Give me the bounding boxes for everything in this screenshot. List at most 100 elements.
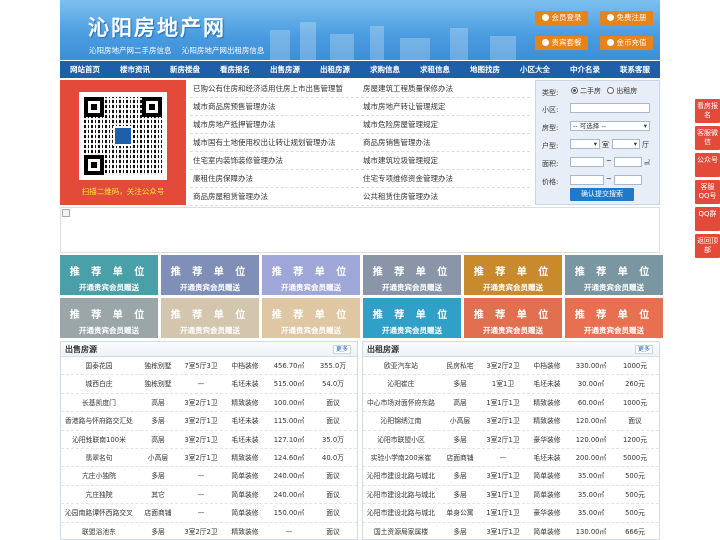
listing-location[interactable]: 亢庄小独院 xyxy=(61,467,137,484)
nav-home[interactable]: 网站首页 xyxy=(60,61,110,78)
nav-news[interactable]: 楼市资讯 xyxy=(110,61,160,78)
policy-link[interactable]: 商品房销售管理办法 xyxy=(360,134,530,151)
vip-package-button[interactable]: 贵宾套餐 xyxy=(535,36,588,50)
listing-location[interactable]: 中心市场对面怀府东路 xyxy=(363,394,439,411)
policy-link[interactable]: 房屋建筑工程质量保修办法 xyxy=(360,80,530,97)
recommend-unit-tile[interactable]: 推 荐 单 位开通贵宾会员赠送 xyxy=(161,298,259,338)
listing-location[interactable]: 亢庄独院 xyxy=(61,486,137,503)
radio-rent[interactable] xyxy=(607,87,615,94)
register-button[interactable]: 免费注册 xyxy=(600,11,653,25)
listing-row[interactable]: 沁阳锦绣江南 小高层 3室2厅1卫 精致装修 120.00㎡ 面议 xyxy=(363,412,659,431)
nav-contact[interactable]: 联系客服 xyxy=(610,61,660,78)
sublink-sale[interactable]: 沁阳房地产网二手房信息 xyxy=(89,46,172,55)
site-logo[interactable]: 沁阳房地产网 xyxy=(88,12,226,42)
listing-location[interactable]: 沁阳甡联南100米 xyxy=(61,431,137,448)
house-type-select[interactable]: -- 可选择 -- ▾ xyxy=(570,121,650,131)
listing-row[interactable]: 沁阳市建设北路与城北 单身公寓 1室1厅1卫 豪华装修 35.00㎡ 500元 xyxy=(363,504,659,523)
login-button[interactable]: 会员登录 xyxy=(535,11,588,25)
listing-row[interactable]: 国土资源局家属楼 多层 3室1厅1卫 简单装修 130.00㎡ 666元 xyxy=(363,523,659,540)
recommend-unit-tile[interactable]: 推 荐 单 位开通贵宾会员赠送 xyxy=(565,298,663,338)
listing-row[interactable]: 实验小学南200米崔 店面商铺 — 毛坯未装 200.00㎡ 5000元 xyxy=(363,449,659,468)
listing-row[interactable]: 翡翠名句 小高层 3室2厅1卫 精致装修 124.60㎡ 40.0万 xyxy=(61,449,357,468)
listing-row[interactable]: 沁阳甡联南100米 高层 3室2厅1卫 毛坯未装 127.10㎡ 35.0万 xyxy=(61,431,357,449)
listing-location[interactable]: 香港路与怀府路交汇处 xyxy=(61,412,137,429)
listing-row[interactable]: 欧亚汽车站 民房私宅 3室2厅2卫 中档装修 330.00㎡ 1000元 xyxy=(363,357,659,376)
side-qq-group[interactable]: QQ群 xyxy=(695,207,720,231)
listing-location[interactable]: 沁阳市联盟小区 xyxy=(363,431,439,448)
listing-row[interactable]: 国泰花园 独栋别墅 7室5厅3卫 中档装修 456.70㎡ 355.0万 xyxy=(61,357,357,376)
listing-row[interactable]: 香港路与怀府路交汇处 多层 3室2厅1卫 毛坯未装 115.00㎡ 面议 xyxy=(61,412,357,431)
recommend-unit-tile[interactable]: 推 荐 单 位开通贵宾会员赠送 xyxy=(464,298,562,338)
policy-link[interactable]: 已购公有住房和经济适用住房上市出售管理暂 xyxy=(190,80,360,97)
listing-location[interactable]: 沁阳市建设北路与城北 xyxy=(363,504,439,521)
listing-row[interactable]: 长基凯度门 高层 3室2厅1卫 精致装修 100.00㎡ 面议 xyxy=(61,394,357,413)
recommend-unit-tile[interactable]: 推 荐 单 位开通贵宾会员赠送 xyxy=(60,255,158,295)
policy-link[interactable]: 城市房地产转让管理规定 xyxy=(360,98,530,115)
coin-recharge-button[interactable]: 金币充值 xyxy=(600,36,653,50)
nav-agents[interactable]: 中介名录 xyxy=(560,61,610,78)
listing-location[interactable]: 国泰花园 xyxy=(61,357,137,374)
listing-location[interactable]: 国土资源局家属楼 xyxy=(363,523,439,540)
listing-row[interactable]: 亢庄独院 其它 — 简单装修 240.00㎡ 面议 xyxy=(61,486,357,505)
policy-link[interactable]: 城市危险房屋管理规定 xyxy=(360,116,530,133)
listing-row[interactable]: 沁阳市建设北路与城北 多层 3室1厅1卫 简单装修 35.00㎡ 500元 xyxy=(363,467,659,486)
listing-row[interactable]: 联盟浴池东 多层 3室2厅2卫 精致装修 — 面议 xyxy=(61,523,357,540)
policy-link[interactable]: 廉租住房保障办法 xyxy=(190,170,360,187)
policy-link[interactable]: 公共租赁住房管理办法 xyxy=(360,188,530,205)
recommend-unit-tile[interactable]: 推 荐 单 位开通贵宾会员赠送 xyxy=(262,255,360,295)
listing-row[interactable]: 沁园南路谭怀西路交叉 店面商铺 — 简单装修 150.00㎡ 面议 xyxy=(61,504,357,523)
listing-location[interactable]: 实验小学南200米崔 xyxy=(363,449,439,466)
sublink-rent[interactable]: 沁阳房地产网出租房信息 xyxy=(182,46,265,55)
nav-for-rent[interactable]: 出租房源 xyxy=(310,61,360,78)
listing-row[interactable]: 沁阳市联盟小区 多层 3室2厅1卫 豪华装修 120.00㎡ 1200元 xyxy=(363,431,659,449)
area-max-input[interactable] xyxy=(614,157,642,167)
side-service-qq[interactable]: 客服QQ号 xyxy=(695,180,720,204)
recommend-unit-tile[interactable]: 推 荐 单 位开通贵宾会员赠送 xyxy=(262,298,360,338)
side-official-account[interactable]: 公众号 xyxy=(695,153,720,177)
policy-link[interactable]: 城市房地产抵押管理办法 xyxy=(190,116,360,133)
area-min-input[interactable] xyxy=(570,157,604,167)
listing-location[interactable]: 沁阳锦绣江南 xyxy=(363,412,439,429)
listing-row[interactable]: 亢庄小独院 多层 — 简单装修 240.00㎡ 面议 xyxy=(61,467,357,486)
listing-location[interactable]: 沁园南路谭怀西路交叉 xyxy=(61,504,137,521)
price-max-input[interactable] xyxy=(614,175,642,185)
listing-row[interactable]: 沁阳崔庄 多层 1室1卫 毛坯未装 30.00㎡ 260元 xyxy=(363,375,659,394)
policy-link[interactable]: 住宅专项维修资金管理办法 xyxy=(360,170,530,187)
recommend-unit-tile[interactable]: 推 荐 单 位开通贵宾会员赠送 xyxy=(464,255,562,295)
community-input[interactable] xyxy=(570,103,650,113)
price-min-input[interactable] xyxy=(570,175,604,185)
listing-location[interactable]: 翡翠名句 xyxy=(61,449,137,466)
listing-location[interactable]: 城西白庄 xyxy=(61,375,137,392)
radio-sale[interactable] xyxy=(571,87,578,94)
hall-select[interactable]: ▾ xyxy=(612,139,640,149)
recommend-unit-tile[interactable]: 推 荐 单 位开通贵宾会员赠送 xyxy=(363,298,461,338)
policy-link[interactable]: 城市国有土地使用权出让转让规划管理办法 xyxy=(190,134,360,151)
policy-link[interactable]: 城市商品房预售管理办法 xyxy=(190,98,360,115)
listing-location[interactable]: 沁阳崔庄 xyxy=(363,375,439,392)
listing-location[interactable]: 沁阳市建设北路与城北 xyxy=(363,486,439,503)
recommend-unit-tile[interactable]: 推 荐 单 位开通贵宾会员赠送 xyxy=(161,255,259,295)
side-back-to-top[interactable]: 返回顶部 xyxy=(695,234,720,258)
nav-new-homes[interactable]: 新房楼盘 xyxy=(160,61,210,78)
listing-location[interactable]: 欧亚汽车站 xyxy=(363,357,439,374)
ad-banner[interactable] xyxy=(60,207,660,253)
policy-link[interactable]: 住宅室内装饰装修管理办法 xyxy=(190,152,360,169)
listing-location[interactable]: 沁阳市建设北路与城北 xyxy=(363,467,439,484)
recommend-unit-tile[interactable]: 推 荐 单 位开通贵宾会员赠送 xyxy=(60,298,158,338)
side-viewing-signup[interactable]: 看房报名 xyxy=(695,99,720,123)
policy-link[interactable]: 城市建筑垃圾管理规定 xyxy=(360,152,530,169)
listing-location[interactable]: 长基凯度门 xyxy=(61,394,137,411)
nav-wanted-buy[interactable]: 求购信息 xyxy=(360,61,410,78)
rent-more-link[interactable]: 更多 xyxy=(634,345,653,354)
listing-row[interactable]: 中心市场对面怀府东路 高层 1室1厅1卫 精致装修 60.00㎡ 1000元 xyxy=(363,394,659,413)
recommend-unit-tile[interactable]: 推 荐 单 位开通贵宾会员赠送 xyxy=(565,255,663,295)
sale-more-link[interactable]: 更多 xyxy=(332,345,351,354)
policy-link[interactable]: 商品房屋租赁管理办法 xyxy=(190,188,360,205)
listing-row[interactable]: 城西白庄 独栋别墅 — 毛坯未装 515.00㎡ 54.0万 xyxy=(61,375,357,394)
recommend-unit-tile[interactable]: 推 荐 单 位开通贵宾会员赠送 xyxy=(363,255,461,295)
nav-map-search[interactable]: 地图找房 xyxy=(460,61,510,78)
nav-wanted-rent[interactable]: 求租信息 xyxy=(410,61,460,78)
side-service-wechat[interactable]: 客服微信 xyxy=(695,126,720,150)
nav-communities[interactable]: 小区大全 xyxy=(510,61,560,78)
search-submit-button[interactable]: 确认提交搜索 xyxy=(570,188,634,201)
